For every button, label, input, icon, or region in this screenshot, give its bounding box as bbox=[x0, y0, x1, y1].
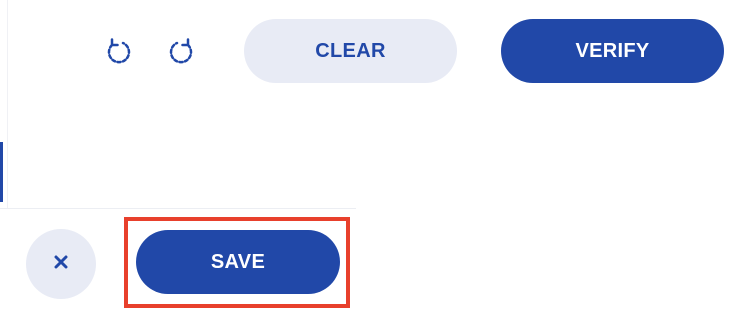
close-button[interactable] bbox=[26, 229, 96, 299]
save-button[interactable]: SAVE bbox=[136, 230, 340, 294]
undo-button[interactable] bbox=[101, 35, 135, 69]
redo-button[interactable] bbox=[165, 35, 199, 69]
toolbar: CLEAR VERIFY bbox=[0, 0, 750, 110]
verify-button-label: VERIFY bbox=[575, 39, 650, 62]
save-button-label: SAVE bbox=[210, 250, 266, 273]
clear-button[interactable]: CLEAR bbox=[244, 19, 457, 83]
signature-pad-panel: CLEAR VERIFY SAVE bbox=[0, 0, 750, 320]
clear-button-label: CLEAR bbox=[315, 39, 386, 62]
close-icon bbox=[54, 255, 68, 274]
verify-button[interactable]: VERIFY bbox=[501, 19, 724, 83]
rotate-ccw-icon bbox=[103, 37, 133, 67]
active-indicator bbox=[0, 142, 3, 202]
rotate-cw-icon bbox=[167, 37, 197, 67]
